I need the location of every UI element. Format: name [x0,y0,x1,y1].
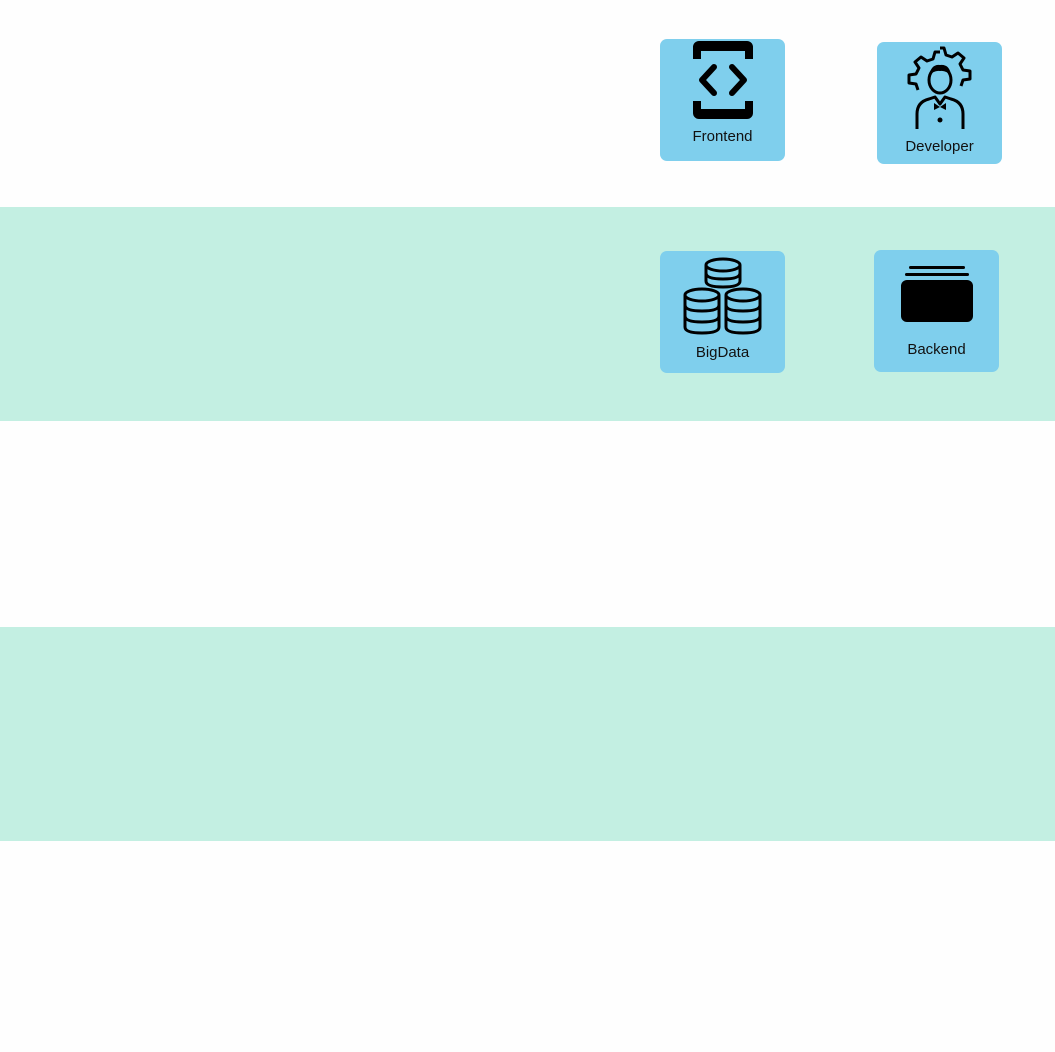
bigdata-label: BigData [695,344,750,361]
backend-server-stack-icon [900,266,973,322]
swimlane-band-2 [0,627,1055,841]
frontend-tile[interactable]: Frontend [660,39,785,161]
frontend-code-brackets-icon [692,41,753,119]
developer-label: Developer [905,138,974,155]
backend-tile[interactable]: Backend [874,250,999,372]
bigdata-tile[interactable]: BigData [660,251,785,373]
frontend-label: Frontend [692,128,753,145]
backend-label: Backend [907,341,966,358]
developer-tile[interactable]: Developer [877,42,1002,164]
bigdata-database-stack-icon [683,257,761,335]
developer-gear-person-icon [907,46,971,129]
